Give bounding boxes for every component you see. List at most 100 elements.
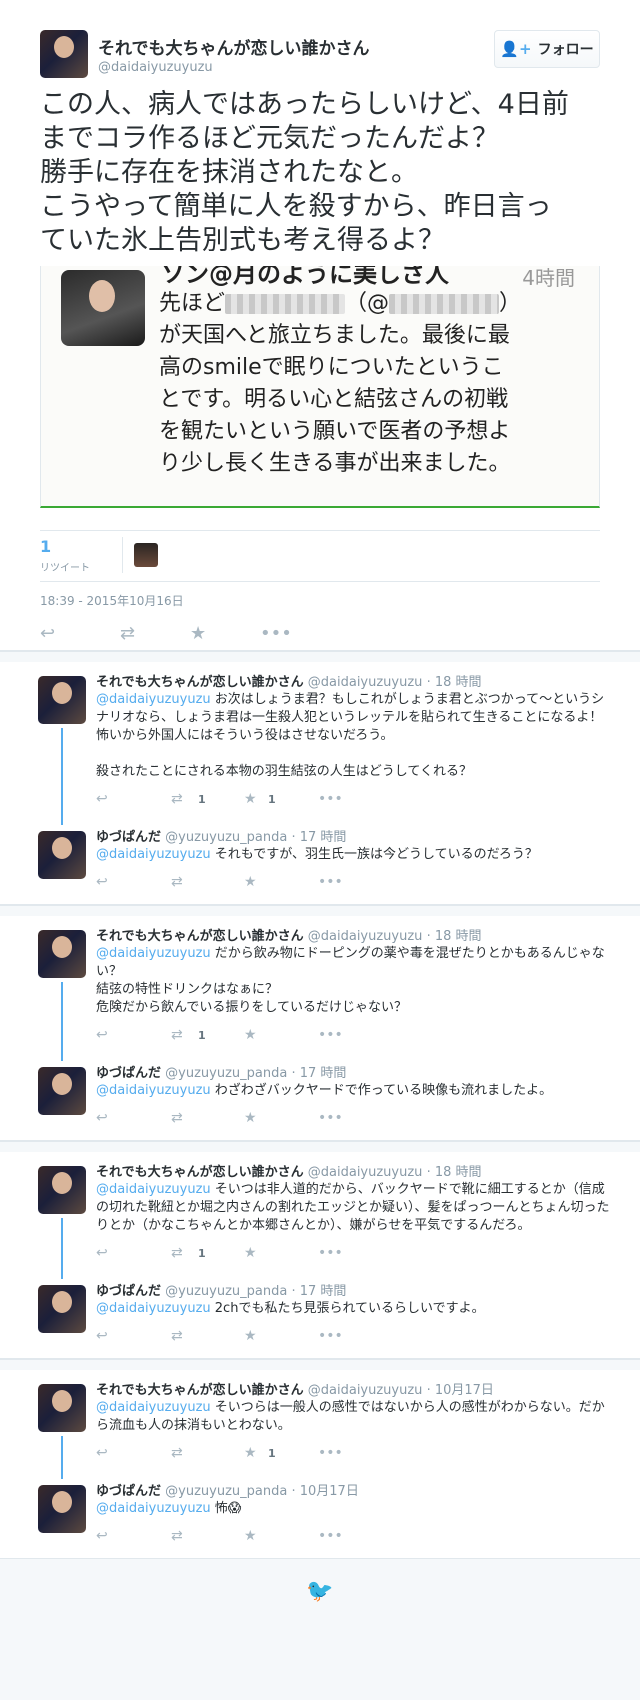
more-icon[interactable]: ••• <box>260 623 292 644</box>
retweet-icon[interactable]: ⇄ <box>171 791 183 807</box>
more-icon[interactable]: ••• <box>318 1528 343 1544</box>
star-icon[interactable]: ★ <box>244 1528 257 1544</box>
retweet-icon[interactable]: ⇄ <box>120 623 135 644</box>
reply-user-name[interactable]: ゆづぱんだ <box>96 830 161 845</box>
avatar[interactable] <box>38 1285 86 1333</box>
follow-button[interactable]: 👤+ フォロー <box>494 30 600 68</box>
reply-time[interactable]: · 18 時間 <box>427 675 482 690</box>
reply-user-handle[interactable]: @daidaiyuzuyuzu <box>308 929 423 944</box>
avatar[interactable] <box>38 1067 86 1115</box>
star-icon[interactable]: ★ <box>244 1445 257 1461</box>
retweet-icon[interactable]: ⇄ <box>171 1528 183 1544</box>
reply-time[interactable]: · 17 時間 <box>291 1284 346 1299</box>
mention-link[interactable]: @daidaiyuzuyuzu <box>96 1501 211 1516</box>
retweet-icon[interactable]: ⇄ <box>171 1110 183 1126</box>
reply-user-name[interactable]: それでも大ちゃんが恋しい誰かさん <box>96 1165 304 1180</box>
mention-link[interactable]: @daidaiyuzuyuzu <box>96 946 211 961</box>
reply-user-name[interactable]: ゆづぱんだ <box>96 1066 161 1081</box>
more-icon[interactable]: ••• <box>318 1445 343 1461</box>
reply-icon[interactable]: ↩ <box>96 1027 108 1043</box>
mention-link[interactable]: @daidaiyuzuyuzu <box>96 692 211 707</box>
reply-icon[interactable]: ↩ <box>40 623 55 644</box>
retweet-icon[interactable]: ⇄ <box>171 874 183 890</box>
reply-icon[interactable]: ↩ <box>96 1110 108 1126</box>
retweet-icon[interactable]: ⇄ <box>171 1027 183 1043</box>
mention-link[interactable]: @daidaiyuzuyuzu <box>96 1400 211 1415</box>
reply-user-handle[interactable]: @yuzuyuzu_panda <box>165 1484 287 1499</box>
more-icon[interactable]: ••• <box>318 1245 343 1261</box>
reply-time[interactable]: · 18 時間 <box>427 1165 482 1180</box>
more-icon[interactable]: ••• <box>318 1110 343 1126</box>
retweet-icon[interactable]: ⇄ <box>171 1445 183 1461</box>
retweet-icon[interactable]: ⇄ <box>171 1328 183 1344</box>
reply-tweet[interactable]: ゆづぱんだ @yuzuyuzu_panda · 10月17日 @daidaiyuz… <box>0 1483 640 1550</box>
embedded-name: ソン@月のように美しさ人 <box>161 266 449 288</box>
reply-icon[interactable]: ↩ <box>96 1445 108 1461</box>
star-icon[interactable]: ★ <box>190 623 206 644</box>
reply-user-name[interactable]: ゆづぱんだ <box>96 1284 161 1299</box>
user-handle[interactable]: @daidaiyuzuyuzu <box>98 60 213 75</box>
twitter-bird-icon[interactable]: 🐦 <box>0 1559 640 1623</box>
retweet-count[interactable]: 1 <box>40 537 51 556</box>
more-icon[interactable]: ••• <box>318 1328 343 1344</box>
reply-icon[interactable]: ↩ <box>96 791 108 807</box>
retweet-icon[interactable]: ⇄ <box>171 1245 183 1261</box>
reply-user-name[interactable]: それでも大ちゃんが恋しい誰かさん <box>96 1383 304 1398</box>
reply-header: ゆづぱんだ @yuzuyuzu_panda · 17 時間 <box>96 1283 614 1300</box>
reply-user-handle[interactable]: @yuzuyuzu_panda <box>165 1066 287 1081</box>
reply-icon[interactable]: ↩ <box>96 1528 108 1544</box>
reply-user-name[interactable]: それでも大ちゃんが恋しい誰かさん <box>96 675 304 690</box>
reply-time[interactable]: · 10月17日 <box>427 1383 494 1398</box>
more-icon[interactable]: ••• <box>318 791 343 807</box>
reply-user-handle[interactable]: @daidaiyuzuyuzu <box>308 675 423 690</box>
star-icon[interactable]: ★ <box>244 791 257 807</box>
star-icon[interactable]: ★ <box>244 1245 257 1261</box>
reply-time[interactable]: · 18 時間 <box>427 929 482 944</box>
reply-user-handle[interactable]: @yuzuyuzu_panda <box>165 1284 287 1299</box>
reply-user-handle[interactable]: @yuzuyuzu_panda <box>165 830 287 845</box>
reply-tweet[interactable]: ゆづぱんだ @yuzuyuzu_panda · 17 時間 @daidaiyuzu… <box>0 829 640 896</box>
avatar[interactable] <box>38 1166 86 1214</box>
reply-time[interactable]: · 17 時間 <box>291 1066 346 1081</box>
star-icon[interactable]: ★ <box>244 874 257 890</box>
thread-line <box>61 1218 63 1279</box>
reply-user-name[interactable]: それでも大ちゃんが恋しい誰かさん <box>96 929 304 944</box>
tweet-date[interactable]: 18:39 - 2015年10月16日 <box>40 592 600 609</box>
avatar[interactable] <box>38 930 86 978</box>
mention-link[interactable]: @daidaiyuzuyuzu <box>96 1301 211 1316</box>
reply-tweet[interactable]: それでも大ちゃんが恋しい誰かさん @daidaiyuzuyuzu · 18 時間… <box>0 674 640 813</box>
avatar[interactable] <box>38 676 86 724</box>
reply-icon[interactable]: ↩ <box>96 874 108 890</box>
reply-user-handle[interactable]: @daidaiyuzuyuzu <box>308 1383 423 1398</box>
star-icon[interactable]: ★ <box>244 1027 257 1043</box>
retweeter-avatar[interactable] <box>134 543 158 567</box>
reply-text: @daidaiyuzuyuzu そいつは非人道的だから、バックヤードで靴に細工す… <box>96 1181 614 1235</box>
more-icon[interactable]: ••• <box>318 1027 343 1043</box>
reply-tweet[interactable]: それでも大ちゃんが恋しい誰かさん @daidaiyuzuyuzu · 18 時間… <box>0 928 640 1049</box>
avatar[interactable] <box>40 30 88 78</box>
more-icon[interactable]: ••• <box>318 874 343 890</box>
reply-user-name[interactable]: ゆづぱんだ <box>96 1484 161 1499</box>
reply-tweet[interactable]: ゆづぱんだ @yuzuyuzu_panda · 17 時間 @daidaiyuzu… <box>0 1283 640 1350</box>
mention-link[interactable]: @daidaiyuzuyuzu <box>96 847 211 862</box>
mention-link[interactable]: @daidaiyuzuyuzu <box>96 1182 211 1197</box>
reply-tweet[interactable]: ゆづぱんだ @yuzuyuzu_panda · 17 時間 @daidaiyuzu… <box>0 1065 640 1132</box>
avatar[interactable] <box>38 831 86 879</box>
reply-icon[interactable]: ↩ <box>96 1245 108 1261</box>
reply-user-handle[interactable]: @daidaiyuzuyuzu <box>308 1165 423 1180</box>
star-icon[interactable]: ★ <box>244 1328 257 1344</box>
reply-tweet[interactable]: それでも大ちゃんが恋しい誰かさん @daidaiyuzuyuzu · 10月17… <box>0 1382 640 1467</box>
star-icon[interactable]: ★ <box>244 1110 257 1126</box>
reply-time[interactable]: · 17 時間 <box>291 830 346 845</box>
avatar[interactable] <box>38 1384 86 1432</box>
tweet-actions: ↩ ⇄ ★ ••• <box>40 623 600 651</box>
mention-link[interactable]: @daidaiyuzuyuzu <box>96 1083 211 1098</box>
user-name[interactable]: それでも大ちゃんが恋しい誰かさん <box>98 34 370 59</box>
reply-icon[interactable]: ↩ <box>96 1328 108 1344</box>
embedded-image[interactable]: ソン@月のように美しさ人 4時間 先ほど （@） が天国へと旅立ちました。最後に最… <box>40 266 600 508</box>
divider <box>122 537 123 573</box>
avatar[interactable] <box>38 1485 86 1533</box>
reply-time[interactable]: · 10月17日 <box>291 1484 358 1499</box>
reply-tweet[interactable]: それでも大ちゃんが恋しい誰かさん @daidaiyuzuyuzu · 18 時間… <box>0 1164 640 1267</box>
reply-text: @daidaiyuzuyuzu お次はしょうま君？もしこれがしょうま君とぶつかっ… <box>96 691 614 781</box>
